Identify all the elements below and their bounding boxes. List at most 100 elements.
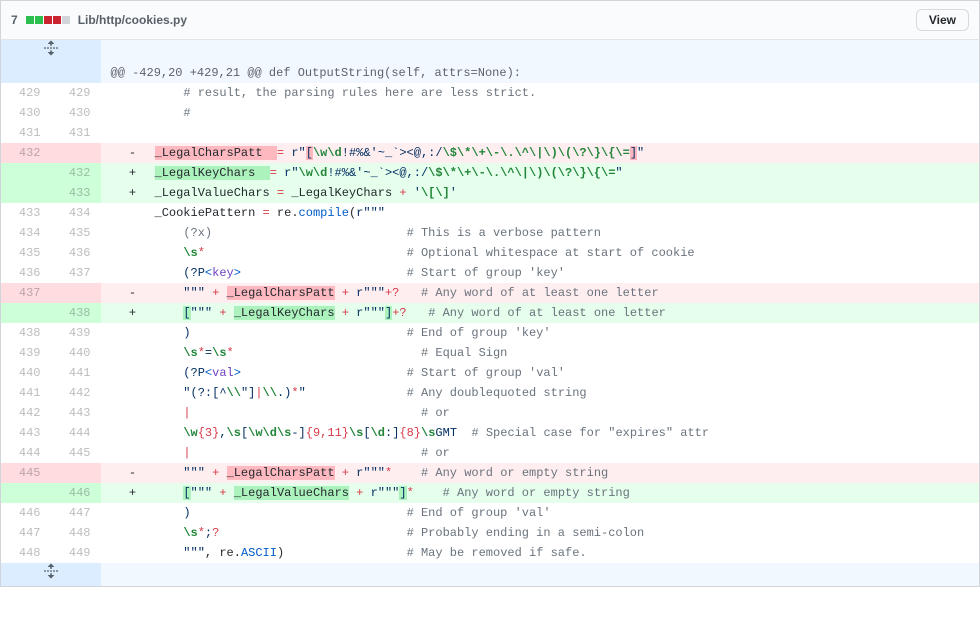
diff-marker xyxy=(133,83,155,103)
old-line-number[interactable]: 433 xyxy=(1,203,51,223)
old-line-number[interactable] xyxy=(1,163,51,183)
diff-line: 431431 xyxy=(1,123,980,143)
old-line-number[interactable]: 432 xyxy=(1,143,51,163)
new-line-number[interactable]: 447 xyxy=(51,503,101,523)
code-token: {8} xyxy=(399,426,421,440)
diffstat-add-block xyxy=(26,16,34,24)
diff-line: 444445 | # or xyxy=(1,443,980,463)
old-line-number[interactable]: 443 xyxy=(1,423,51,443)
code-token: """ xyxy=(191,306,213,320)
old-line-number[interactable]: 431 xyxy=(1,123,51,143)
code-content: \s*;? # Probably ending in a semi-colon xyxy=(101,523,980,543)
expand-button[interactable] xyxy=(1,563,101,587)
diff-line: 436437 (?P<key> # Start of group 'key' xyxy=(1,263,980,283)
code-token: + xyxy=(399,186,406,200)
new-line-number[interactable]: 446 xyxy=(51,483,101,503)
code-content: (?x) # This is a verbose pattern xyxy=(101,223,980,243)
code-token: | xyxy=(255,386,262,400)
new-line-number[interactable] xyxy=(51,143,101,163)
code-content: + [""" + _LegalValueChars + r"""]* # Any… xyxy=(101,483,980,503)
code-token: r""" xyxy=(356,286,385,300)
code-token: * xyxy=(198,346,205,360)
code-token xyxy=(155,526,184,540)
new-line-number[interactable]: 436 xyxy=(51,243,101,263)
old-line-number[interactable]: 430 xyxy=(1,103,51,123)
old-line-number[interactable]: 445 xyxy=(1,463,51,483)
code-token: # xyxy=(183,106,190,120)
new-line-number[interactable]: 443 xyxy=(51,403,101,423)
diff-line: 446+ [""" + _LegalValueChars + r"""]* # … xyxy=(1,483,980,503)
diffstat-count: 7 xyxy=(11,13,18,27)
view-button[interactable]: View xyxy=(916,9,969,31)
new-line-number[interactable]: 432 xyxy=(51,163,101,183)
new-line-number[interactable]: 430 xyxy=(51,103,101,123)
old-line-number[interactable]: 441 xyxy=(1,383,51,403)
diff-marker xyxy=(133,343,155,363)
code-token xyxy=(227,486,234,500)
new-line-number[interactable]: 441 xyxy=(51,363,101,383)
diff-marker xyxy=(133,403,155,423)
code-token: !#%&'~_`><@,:/ xyxy=(342,146,443,160)
old-line-number[interactable]: 437 xyxy=(1,283,51,303)
diff-marker xyxy=(133,103,155,123)
old-line-number[interactable]: 442 xyxy=(1,403,51,423)
new-line-number[interactable]: 434 xyxy=(51,203,101,223)
new-line-number[interactable]: 431 xyxy=(51,123,101,143)
old-line-number[interactable]: 444 xyxy=(1,443,51,463)
old-line-number[interactable]: 436 xyxy=(1,263,51,283)
old-line-number[interactable] xyxy=(1,303,51,323)
diff-marker: + xyxy=(133,483,155,503)
diff-marker xyxy=(133,523,155,543)
old-line-number[interactable] xyxy=(1,183,51,203)
old-line-number[interactable]: 447 xyxy=(1,523,51,543)
code-token: + xyxy=(219,306,226,320)
new-line-number[interactable]: 449 xyxy=(51,543,101,563)
file-path-link[interactable]: Lib/http/cookies.py xyxy=(78,13,187,27)
new-line-number[interactable]: 442 xyxy=(51,383,101,403)
old-line-number[interactable]: 446 xyxy=(1,503,51,523)
new-line-number[interactable]: 448 xyxy=(51,523,101,543)
old-line-number[interactable]: 434 xyxy=(1,223,51,243)
old-line-number[interactable]: 429 xyxy=(1,83,51,103)
expand-button[interactable] xyxy=(1,40,101,63)
new-line-number[interactable]: 445 xyxy=(51,443,101,463)
code-token xyxy=(414,486,443,500)
new-line-number[interactable]: 437 xyxy=(51,263,101,283)
new-line-number[interactable]: 440 xyxy=(51,343,101,363)
diff-line: 448449 """, re.ASCII) # May be removed i… xyxy=(1,543,980,563)
diff-marker xyxy=(133,123,155,143)
code-token xyxy=(191,446,421,460)
diffstat-del-block xyxy=(44,16,52,24)
diff-marker xyxy=(133,503,155,523)
code-token xyxy=(155,446,184,460)
code-token: _LegalKeyChars xyxy=(234,306,335,320)
code-content: \s*=\s* # Equal Sign xyxy=(101,343,980,363)
old-line-number[interactable]: 438 xyxy=(1,323,51,343)
code-token: ] xyxy=(630,146,637,160)
new-line-number[interactable]: 429 xyxy=(51,83,101,103)
code-token: + xyxy=(219,486,226,500)
new-line-number[interactable]: 438 xyxy=(51,303,101,323)
code-token xyxy=(219,286,226,300)
old-line-number[interactable]: 439 xyxy=(1,343,51,363)
code-token: r""" xyxy=(356,466,385,480)
new-line-number[interactable] xyxy=(51,283,101,303)
new-line-number[interactable] xyxy=(51,463,101,483)
old-line-number[interactable]: 435 xyxy=(1,243,51,263)
old-line-number[interactable] xyxy=(1,483,51,503)
diff-line: 429429 # result, the parsing rules here … xyxy=(1,83,980,103)
new-line-number[interactable]: 433 xyxy=(51,183,101,203)
new-line-number[interactable]: 444 xyxy=(51,423,101,443)
code-token: \s xyxy=(183,526,197,540)
code-token: # Any word or empty string xyxy=(443,486,630,500)
old-line-number[interactable]: 440 xyxy=(1,363,51,383)
old-line-number[interactable]: 448 xyxy=(1,543,51,563)
new-line-number[interactable]: 439 xyxy=(51,323,101,343)
code-token: key xyxy=(212,266,234,280)
diff-line: 433434 _CookiePattern = re.compile(r""" xyxy=(1,203,980,223)
new-line-number[interactable]: 435 xyxy=(51,223,101,243)
diff-line: 447448 \s*;? # Probably ending in a semi… xyxy=(1,523,980,543)
code-token: \s xyxy=(212,346,226,360)
code-token: \w\d\s xyxy=(248,426,291,440)
expand-gutter xyxy=(101,563,980,587)
